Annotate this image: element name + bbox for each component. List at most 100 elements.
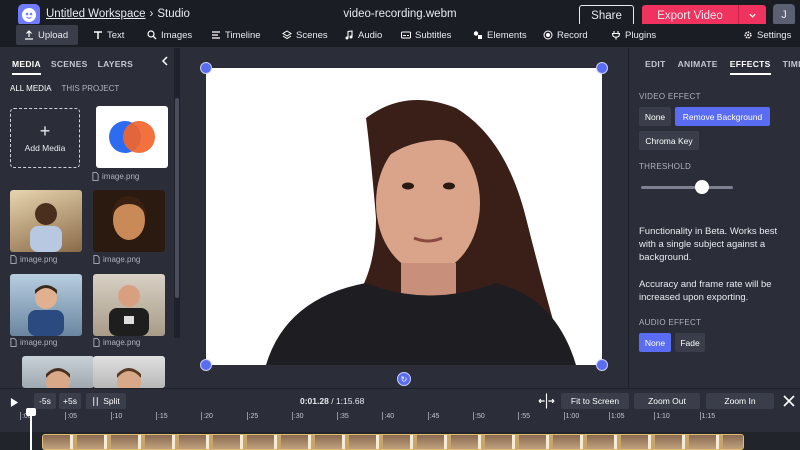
person-photo: [46, 368, 70, 388]
plugins-label: Plugins: [625, 29, 657, 41]
person-photo: [30, 203, 62, 252]
video-effect-heading: VIDEO EFFECT: [639, 92, 701, 101]
media-scrollbar[interactable]: [174, 48, 180, 338]
time-separator: /: [328, 396, 336, 406]
workspace-section: Studio: [157, 8, 190, 20]
collapse-panel-button[interactable]: [160, 55, 170, 69]
resize-handle-bottom-right[interactable]: [596, 359, 608, 371]
clip-frame: [519, 435, 549, 449]
resize-handle-bottom-left[interactable]: [200, 359, 212, 371]
tab-media[interactable]: MEDIA: [12, 59, 41, 75]
text-tool[interactable]: Text: [85, 25, 132, 45]
shapes-icon: [473, 31, 482, 39]
media-thumbnail[interactable]: [93, 274, 165, 336]
chroma-key-button[interactable]: Chroma Key: [639, 131, 699, 150]
tab-scenes[interactable]: SCENES: [51, 59, 88, 75]
clip-frame: [247, 435, 277, 449]
scenes-tool[interactable]: Scenes: [274, 25, 336, 45]
timeline-tick-label: :50: [473, 412, 485, 420]
settings-label: Settings: [757, 29, 792, 41]
clip-frame: [485, 435, 515, 449]
audio-effect-none-button[interactable]: None: [639, 333, 671, 352]
video-clip[interactable]: [42, 434, 744, 450]
plugins-tool[interactable]: Plugins: [603, 25, 664, 45]
timeline-ruler[interactable]: :00:05:10:15:20:25:30:35:40:45:50:55 1:00…: [0, 412, 800, 432]
tab-layers[interactable]: LAYERS: [98, 59, 134, 75]
media-caption: image.png: [93, 255, 140, 264]
remove-background-button[interactable]: Remove Background: [675, 107, 770, 126]
timeline-tick-label: :05: [65, 412, 78, 420]
record-label: Record: [557, 29, 588, 41]
media-panel-tabs: MEDIA SCENES LAYERS: [12, 59, 133, 75]
clip-frame: [315, 435, 345, 449]
subtitles-tool[interactable]: Subtitles: [393, 25, 459, 45]
timeline-tick-label: 1:15: [699, 412, 716, 420]
upload-tool[interactable]: Upload: [16, 25, 78, 45]
media-thumbnail[interactable]: [10, 190, 82, 252]
media-thumbnail[interactable]: [93, 356, 165, 388]
clip-frame: [111, 435, 141, 449]
workspace-name[interactable]: Untitled Workspace: [46, 8, 146, 20]
play-button[interactable]: [10, 395, 19, 413]
video-layer[interactable]: [206, 68, 602, 365]
threshold-slider-knob[interactable]: [694, 180, 709, 194]
timeline-icon: [212, 31, 220, 39]
resize-handle-top-right[interactable]: [596, 62, 608, 74]
snap-toggle[interactable]: [538, 393, 555, 414]
audio-effect-heading: AUDIO EFFECT: [639, 318, 702, 327]
export-note: Accuracy and frame rate will be increase…: [639, 279, 772, 303]
tab-edit[interactable]: EDIT: [645, 59, 666, 75]
logo-icon[interactable]: [18, 4, 40, 26]
split-button[interactable]: Split: [86, 393, 126, 409]
timeline-tool[interactable]: Timeline: [203, 25, 269, 45]
media-thumbnail[interactable]: [96, 106, 168, 168]
media-thumbnail[interactable]: [10, 274, 82, 336]
record-tool[interactable]: Record: [535, 25, 596, 45]
clip-frame: [723, 435, 743, 449]
share-button[interactable]: Share: [579, 5, 634, 26]
clip-frame: [145, 435, 175, 449]
settings-tool[interactable]: Settings: [735, 25, 799, 45]
clip-frame: [553, 435, 583, 449]
music-note-icon: [345, 30, 353, 40]
tab-all-media[interactable]: ALL MEDIA: [10, 84, 52, 93]
threshold-slider[interactable]: [641, 180, 733, 194]
timeline-tick-label: 1:10: [654, 412, 670, 420]
add-media-button[interactable]: + Add Media: [10, 108, 80, 168]
rewind-5s-button[interactable]: -5s: [34, 393, 56, 409]
close-timeline-button[interactable]: [783, 394, 795, 412]
tab-this-project[interactable]: THIS PROJECT: [62, 84, 120, 93]
person-photo: [111, 196, 147, 240]
split-icon: [93, 396, 98, 406]
audio-fade-button[interactable]: Fade: [675, 333, 705, 352]
video-effect-none-button[interactable]: None: [639, 107, 671, 126]
chevron-left-icon: [161, 56, 168, 66]
file-icon: [93, 255, 100, 264]
media-thumbnail[interactable]: [22, 356, 94, 388]
tab-timing[interactable]: TIMING: [783, 59, 800, 75]
scrollbar-thumb[interactable]: [175, 98, 179, 298]
export-options-button[interactable]: [738, 5, 766, 26]
zoom-out-button[interactable]: Zoom Out: [634, 393, 700, 409]
text-icon: [94, 31, 102, 39]
audio-tool[interactable]: Audio: [336, 25, 390, 45]
zoom-in-button[interactable]: Zoom In: [706, 393, 774, 409]
timeline-tick-label: :55: [518, 412, 531, 420]
file-title[interactable]: video-recording.webm: [340, 8, 460, 20]
rotate-handle[interactable]: ↻: [397, 372, 411, 386]
elements-tool[interactable]: Elements: [465, 25, 535, 45]
resize-handle-top-left[interactable]: [200, 62, 212, 74]
fit-to-screen-button[interactable]: Fit to Screen: [561, 393, 629, 409]
timeline-tick-label: :45: [427, 412, 440, 420]
export-video-button[interactable]: Export Video: [642, 5, 766, 26]
timeline-tick-label: :15: [155, 412, 168, 420]
video-frame: [206, 68, 602, 365]
tab-animate[interactable]: ANIMATE: [678, 59, 718, 75]
add-media-label: Add Media: [24, 143, 66, 153]
playhead[interactable]: [26, 408, 36, 450]
images-tool[interactable]: Images: [139, 25, 200, 45]
tab-effects[interactable]: EFFECTS: [729, 59, 771, 75]
avatar[interactable]: J: [773, 4, 795, 26]
forward-5s-button[interactable]: +5s: [59, 393, 81, 409]
media-thumbnail[interactable]: [93, 190, 165, 252]
